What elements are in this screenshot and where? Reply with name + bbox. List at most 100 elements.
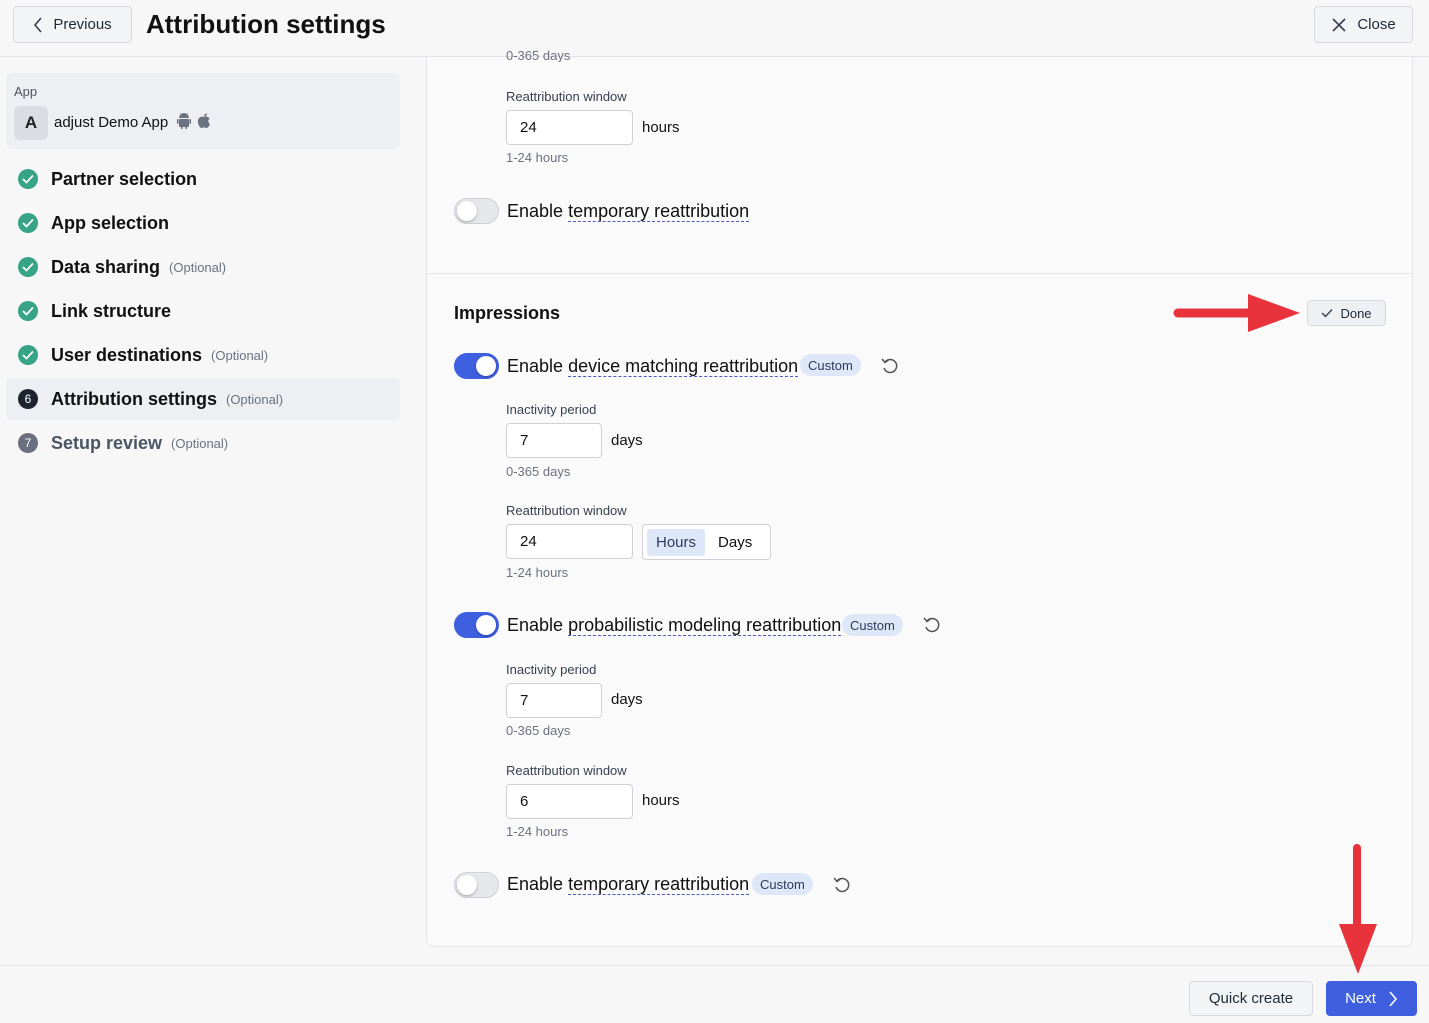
annotation-arrow-down-icon	[1339, 844, 1377, 974]
optional-tag: (Optional)	[211, 347, 269, 363]
chevron-left-icon	[34, 16, 42, 33]
reattribution-unit: hours	[642, 119, 680, 136]
toggle-term: temporary reattribution	[568, 201, 750, 222]
toggle-knob	[457, 875, 477, 895]
cut-hint-wrap: 0-365 days	[506, 48, 570, 62]
device-matching-toggle[interactable]	[454, 353, 499, 379]
step-data-sharing[interactable]: Data sharing (Optional)	[6, 246, 400, 288]
annotation-arrow-right-icon	[1173, 294, 1300, 332]
step-label: App selection	[51, 212, 170, 233]
step-app-selection[interactable]: App selection	[6, 202, 400, 244]
check-icon	[1321, 309, 1333, 318]
check-circle-icon	[18, 213, 38, 233]
inactivity-period-label: Inactivity period	[506, 662, 597, 677]
app-label: App	[14, 84, 38, 99]
step-partner-selection[interactable]: Partner selection	[6, 158, 400, 200]
check-circle-icon	[18, 257, 38, 277]
sidebar: App A adjust Demo App Partner selection …	[0, 57, 410, 965]
platform-icons	[177, 113, 211, 129]
previous-button-label: Previous	[53, 16, 112, 33]
check-circle-icon	[18, 345, 38, 365]
close-icon	[1332, 17, 1346, 32]
toggle-knob	[476, 615, 496, 635]
quick-create-button[interactable]: Quick create	[1189, 981, 1313, 1016]
footer-bar: Quick create Next	[0, 965, 1429, 1023]
inactivity-period-input[interactable]: 7	[506, 423, 602, 458]
reattribution-window-input[interactable]: 24	[506, 110, 633, 145]
quick-create-label: Quick create	[1208, 990, 1294, 1007]
toggle-prefix: Enable	[507, 201, 569, 221]
optional-tag: (Optional)	[225, 391, 284, 407]
custom-badge: Custom	[752, 873, 813, 895]
page-title: Attribution settings	[146, 9, 386, 39]
step-attribution-settings[interactable]: 6 Attribution settings (Optional)	[6, 378, 400, 420]
close-button[interactable]: Close	[1314, 6, 1413, 43]
unit-option-hours[interactable]: Hours	[647, 528, 706, 556]
reattribution-window-input[interactable]: 6	[506, 784, 633, 819]
settings-panel: 0-365 days Reattribution window 24 hours…	[426, 48, 1413, 947]
inactivity-unit: days	[611, 432, 643, 449]
temporary-reattribution-toggle[interactable]	[454, 872, 499, 898]
app-card: App A adjust Demo App	[6, 73, 400, 149]
reattribution-window-input[interactable]: 24	[506, 524, 633, 559]
done-button[interactable]: Done	[1307, 300, 1386, 326]
toggle-knob	[476, 356, 496, 376]
previous-button[interactable]: Previous	[13, 6, 132, 43]
temporary-reattribution-toggle[interactable]	[454, 198, 499, 224]
optional-tag: (Optional)	[171, 435, 229, 451]
reset-icon[interactable]	[922, 615, 942, 635]
reattribution-hint: 1-24 hours	[506, 824, 569, 839]
next-button[interactable]: Next	[1326, 981, 1417, 1016]
step-user-destinations[interactable]: User destinations (Optional)	[6, 334, 400, 376]
step-number: 7	[18, 433, 38, 453]
step-label: Data sharing	[51, 256, 161, 277]
inactivity-hint: 0-365 days	[506, 723, 571, 738]
unit-option-days[interactable]: Days	[709, 529, 761, 556]
android-icon	[177, 113, 191, 129]
reattribution-window-label: Reattribution window	[506, 763, 627, 778]
step-label: Partner selection	[51, 168, 198, 189]
probabilistic-modeling-label: Enable probabilistic modeling reattribut…	[507, 615, 842, 636]
check-circle-icon	[18, 169, 38, 189]
reattribution-window-label: Reattribution window	[506, 89, 627, 104]
toggle-term: probabilistic modeling reattribution	[568, 615, 842, 636]
toggle-prefix: Enable	[507, 356, 569, 376]
check-circle-icon	[18, 301, 38, 321]
reattribution-unit: hours	[642, 792, 680, 809]
custom-badge: Custom	[842, 614, 903, 636]
step-setup-review[interactable]: 7 Setup review (Optional)	[6, 422, 400, 464]
device-matching-label: Enable device matching reattribution	[507, 356, 799, 377]
probabilistic-modeling-toggle[interactable]	[454, 612, 499, 638]
inactivity-period-input[interactable]: 7	[506, 683, 602, 718]
step-label: User destinations	[51, 344, 203, 365]
reattribution-window-label: Reattribution window	[506, 503, 627, 518]
optional-tag: (Optional)	[169, 259, 227, 275]
inactivity-period-label: Inactivity period	[506, 402, 597, 417]
step-link-structure[interactable]: Link structure	[6, 290, 400, 332]
toggle-prefix: Enable	[507, 874, 569, 894]
top-bar: Previous Attribution settings Close	[0, 0, 1429, 57]
inactivity-hint: 0-365 days	[506, 464, 571, 479]
reset-icon[interactable]	[832, 875, 852, 895]
reattribution-hint: 1-24 hours	[506, 565, 569, 580]
step-label: Attribution settings	[51, 388, 217, 409]
app-name: adjust Demo App	[54, 114, 169, 131]
toggle-prefix: Enable	[507, 615, 569, 635]
step-label: Link structure	[51, 300, 172, 321]
temporary-reattribution-label: Enable temporary reattribution	[507, 201, 750, 222]
inactivity-unit: days	[611, 691, 643, 708]
chevron-right-icon	[1389, 990, 1397, 1007]
next-button-label: Next	[1345, 990, 1376, 1007]
app-avatar: A	[14, 106, 48, 140]
reattribution-hint: 1-24 hours	[506, 150, 569, 165]
toggle-knob	[457, 201, 477, 221]
step-label: Setup review	[51, 432, 163, 453]
reset-icon[interactable]	[880, 356, 900, 376]
step-number: 6	[18, 389, 38, 409]
section-divider	[427, 273, 1412, 274]
done-button-label: Done	[1340, 305, 1372, 321]
close-button-label: Close	[1357, 16, 1396, 33]
toggle-term: device matching reattribution	[568, 356, 799, 377]
apple-icon	[197, 113, 210, 129]
window-unit-segmented-control: Hours Days	[642, 524, 771, 560]
